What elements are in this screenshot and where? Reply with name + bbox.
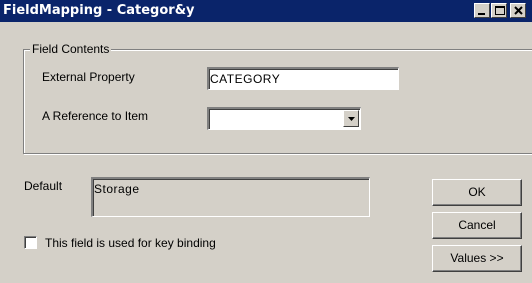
key-binding-label[interactable]: This field is used for key binding xyxy=(45,236,216,250)
minimize-icon xyxy=(478,13,485,15)
dropdown-button[interactable] xyxy=(343,110,359,127)
window-title: FieldMapping - Categor&y xyxy=(3,3,195,18)
maximize-button[interactable] xyxy=(491,3,507,18)
maximize-icon xyxy=(495,6,505,15)
field-contents-group xyxy=(23,49,532,154)
close-icon xyxy=(514,6,523,15)
reference-to-item-combobox[interactable] xyxy=(207,107,361,130)
default-value-field: Storage xyxy=(91,177,370,217)
title-bar[interactable]: FieldMapping - Categor&y xyxy=(0,0,532,22)
reference-to-item-label: A Reference to Item xyxy=(42,109,149,123)
default-label: Default xyxy=(24,179,63,193)
ok-button[interactable]: OK xyxy=(432,179,522,206)
field-contents-legend: Field Contents xyxy=(30,42,112,56)
chevron-down-icon xyxy=(348,117,355,121)
cancel-button[interactable]: Cancel xyxy=(432,212,522,239)
close-button[interactable] xyxy=(510,3,526,18)
external-property-field[interactable]: CATEGORY xyxy=(207,67,399,90)
values-button[interactable]: Values >> xyxy=(432,245,522,272)
external-property-label: External Property xyxy=(42,70,135,84)
key-binding-checkbox[interactable] xyxy=(24,236,37,249)
minimize-button[interactable] xyxy=(474,3,490,18)
